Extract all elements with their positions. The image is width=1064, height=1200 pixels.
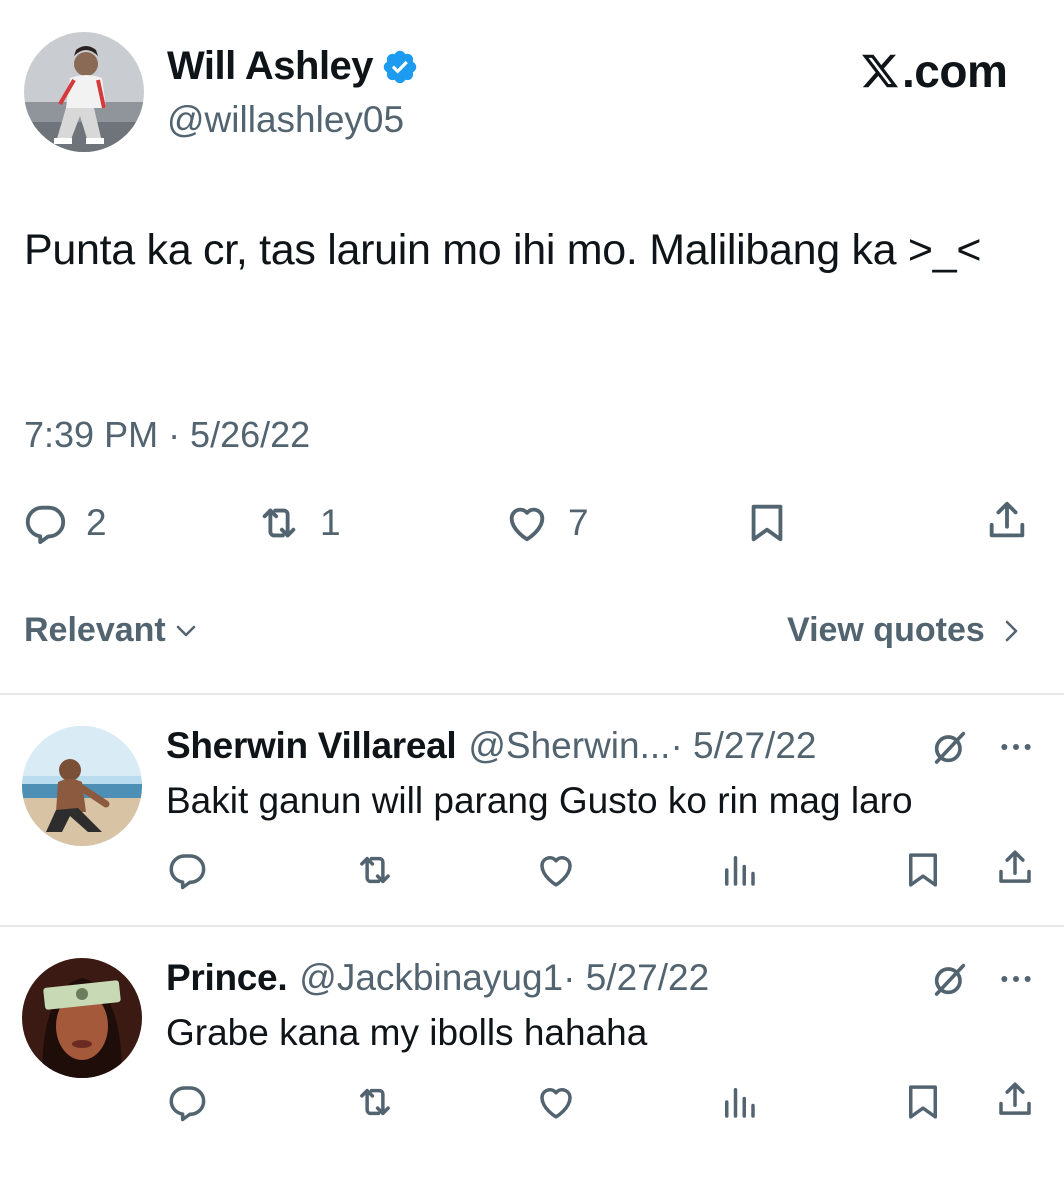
like-button[interactable]: 7	[504, 500, 589, 546]
share-icon	[999, 1082, 1031, 1115]
author-handle[interactable]: @willashley05	[167, 99, 404, 141]
reply-text: Grabe kana my ibolls hahaha	[166, 1012, 648, 1053]
views-icon	[725, 1088, 755, 1118]
reply-icon	[169, 854, 206, 890]
author-avatar-image	[24, 32, 144, 152]
view-quotes-label: View quotes	[787, 611, 985, 649]
reply-header: Sherwin Villareal @Sherwin... · 5/27/22	[166, 725, 817, 767]
reply-reply-button[interactable]	[166, 1081, 208, 1128]
like-icon	[509, 507, 545, 542]
grok-button[interactable]	[930, 959, 970, 1004]
reply-author-name[interactable]: Prince.	[166, 957, 288, 999]
reply-text: Bakit ganun will parang Gusto ko rin mag…	[166, 780, 913, 821]
brand-text: .com	[902, 45, 1008, 97]
reply-author-handle[interactable]: @Jackbinayug1	[299, 957, 563, 999]
reply-author-name[interactable]: Sherwin Villareal	[166, 725, 457, 767]
reply-avatar[interactable]	[22, 726, 142, 846]
brand-watermark: .com	[860, 44, 1008, 98]
reply-views-button[interactable]	[718, 1081, 760, 1128]
chevron-down-icon	[176, 625, 195, 636]
reply-date[interactable]: · 5/27/22	[670, 725, 816, 767]
share-icon	[989, 501, 1025, 538]
views-icon	[725, 856, 755, 886]
reply-like-button[interactable]	[535, 1081, 577, 1128]
reply-bookmark-button[interactable]	[902, 849, 944, 896]
reply-button[interactable]: 2	[22, 500, 107, 546]
repost-icon	[360, 1088, 390, 1116]
bookmark-icon	[909, 853, 937, 887]
reply-count: 2	[86, 502, 107, 543]
reply-views-button[interactable]	[718, 849, 760, 896]
bookmark-icon	[909, 1085, 937, 1119]
reply-author-handle[interactable]: @Sherwin...	[468, 725, 670, 767]
more-icon	[1001, 976, 1031, 982]
like-count: 7	[568, 502, 589, 543]
tweet-timestamp[interactable]: 7:39 PM · 5/26/22	[24, 414, 310, 456]
reply-avatar-image	[22, 726, 142, 846]
view-quotes-link[interactable]: View quotes	[787, 611, 1023, 650]
repost-count: 1	[320, 502, 341, 543]
reply-reply-button[interactable]	[166, 849, 208, 896]
reply-like-button[interactable]	[535, 849, 577, 896]
like-icon	[540, 856, 572, 887]
reply-avatar[interactable]	[22, 958, 142, 1078]
author-name-text: Will Ashley	[167, 44, 374, 88]
author-avatar[interactable]	[24, 32, 144, 152]
reply-repost-button[interactable]	[354, 849, 396, 896]
divider	[0, 925, 1064, 927]
reply-avatar-image	[22, 958, 142, 1078]
reply-share-button[interactable]	[994, 847, 1036, 894]
share-button[interactable]	[984, 498, 1030, 544]
reply-icon	[169, 1086, 206, 1122]
sort-label: Relevant	[24, 611, 166, 649]
bookmark-icon	[751, 504, 783, 542]
repost-icon	[360, 856, 390, 884]
more-icon	[1001, 744, 1031, 750]
reply-share-button[interactable]	[994, 1079, 1036, 1126]
reply-header: Prince. @Jackbinayug1 · 5/27/22	[166, 957, 709, 999]
grok-icon	[934, 731, 966, 764]
more-button[interactable]	[996, 959, 1036, 1004]
x-logo-icon	[862, 54, 899, 88]
verified-badge-icon	[383, 50, 417, 83]
like-icon	[540, 1088, 572, 1119]
reply-repost-button[interactable]	[354, 1081, 396, 1128]
reply-icon	[25, 505, 66, 545]
sort-replies-dropdown[interactable]: Relevant	[24, 611, 198, 650]
tweet-text: Punta ka cr, tas laruin mo ihi mo. Malil…	[24, 226, 982, 274]
more-button[interactable]	[996, 727, 1036, 772]
chevron-right-icon	[1005, 620, 1018, 641]
grok-icon	[934, 963, 966, 996]
divider	[0, 693, 1064, 695]
bookmark-button[interactable]	[744, 500, 790, 546]
author-name[interactable]: Will Ashley	[167, 44, 419, 89]
reply-date[interactable]: · 5/27/22	[563, 957, 709, 999]
share-icon	[999, 850, 1031, 883]
repost-button[interactable]: 1	[256, 500, 341, 546]
grok-button[interactable]	[930, 727, 970, 772]
repost-icon	[262, 508, 296, 538]
reply-bookmark-button[interactable]	[902, 1081, 944, 1128]
